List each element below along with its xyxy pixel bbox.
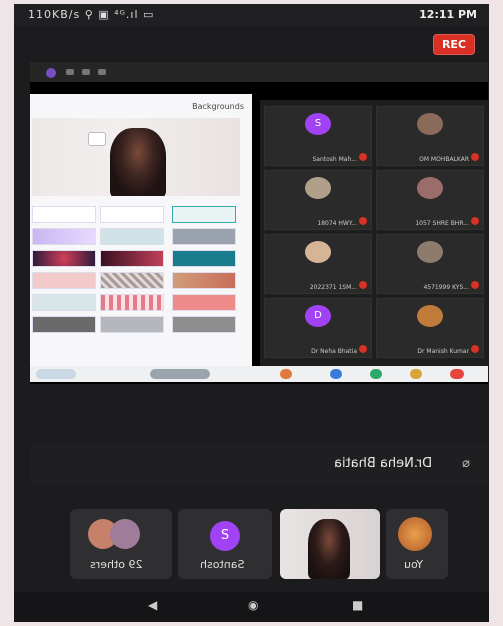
recording-badge: REC: [432, 34, 475, 55]
participant-name: Dr Manish Kumar: [417, 348, 469, 355]
preview-person: [110, 128, 166, 196]
background-tile[interactable]: [100, 294, 164, 311]
others-thumbnail[interactable]: 29 others: [70, 509, 172, 579]
taskbar-app-icon: [450, 369, 464, 379]
background-tile[interactable]: [32, 272, 96, 289]
app-logo-icon: [46, 68, 56, 78]
avatar: [417, 113, 443, 135]
mic-off-icon: [359, 217, 367, 225]
phone-screen: 110KB/s ⚲ ▣ ⁴ᴳ.ıl ▭ 12:11 PM REC Backgro…: [14, 4, 489, 622]
background-tile[interactable]: [100, 316, 164, 333]
background-tile[interactable]: [100, 272, 164, 289]
toolbar-icon: [98, 69, 106, 75]
speaker-name: Dr.Neha Bhatia: [333, 456, 432, 471]
background-tile[interactable]: [32, 206, 96, 223]
background-tile[interactable]: [32, 294, 96, 311]
avatar: [417, 305, 443, 327]
shared-toolbar: [30, 62, 488, 82]
avatar: S: [305, 113, 331, 135]
taskbar-app-icon: [280, 369, 292, 379]
background-tile[interactable]: [100, 250, 164, 267]
avatar: D: [305, 305, 331, 327]
avatar: [398, 517, 432, 551]
participant-tile[interactable]: 2022371 1SM...: [264, 234, 372, 294]
participant-name: 4571999 KYS...: [423, 284, 469, 291]
avatar: [417, 177, 443, 199]
mic-off-icon: [359, 153, 367, 161]
participant-name: 1057 SHRE BHR...: [415, 220, 469, 227]
home-icon[interactable]: ◉: [248, 598, 258, 612]
participant-thumbnails: 29 others S Santosh You: [14, 509, 489, 581]
background-tile[interactable]: [32, 316, 96, 333]
participant-name: OM MOHBALKAR: [419, 156, 469, 163]
panel-title: Backgrounds: [192, 102, 244, 111]
recents-icon[interactable]: ■: [352, 598, 363, 612]
participant-tile[interactable]: Dr Manish Kumar: [376, 298, 484, 358]
taskbar-app-icon: [410, 369, 422, 379]
avatar: [110, 519, 140, 549]
participant-tile[interactable]: 4571999 KYS...: [376, 234, 484, 294]
android-nav-bar: ◀ ◉ ■: [14, 592, 489, 622]
you-thumbnail[interactable]: You: [386, 509, 448, 579]
avatar: [305, 177, 331, 199]
participant-grid: S Santosh Mah... OM MOHBALKAR 18074 HWY.…: [260, 100, 488, 366]
background-tile[interactable]: [172, 272, 236, 289]
participant-name: 2022371 1SM...: [309, 284, 357, 291]
santosh-label: Santosh: [200, 558, 245, 571]
mic-off-icon: [471, 281, 479, 289]
background-tile[interactable]: [172, 294, 236, 311]
backgrounds-panel: Backgrounds: [30, 94, 252, 366]
mic-off-icon: [471, 345, 479, 353]
participant-name: 18074 HWY...: [317, 220, 357, 227]
taskbar-app-icon: [370, 369, 382, 379]
background-tile[interactable]: [100, 228, 164, 245]
participant-tile[interactable]: 1057 SHRE BHR...: [376, 170, 484, 230]
you-label: You: [404, 558, 423, 571]
mic-off-icon: [359, 281, 367, 289]
status-indicators: 110KB/s ⚲ ▣ ⁴ᴳ.ıl ▭: [28, 8, 155, 21]
camera-thumbnail[interactable]: [280, 509, 380, 579]
taskbar: [30, 366, 488, 382]
toolbar-icon: [82, 69, 90, 75]
background-tile[interactable]: [32, 250, 96, 267]
background-tile[interactable]: [172, 228, 236, 245]
shared-screen[interactable]: Backgrounds S Santosh Mah... OM MOHBALKA…: [30, 62, 488, 384]
participant-tile[interactable]: D Dr Neha Bhatia: [264, 298, 372, 358]
back-icon[interactable]: ◀: [148, 598, 157, 612]
avatar: [417, 241, 443, 263]
background-tile[interactable]: [32, 228, 96, 245]
mic-off-icon: [471, 153, 479, 161]
taskbar-widget: [36, 369, 76, 379]
participant-name: Dr Neha Bhatia: [311, 348, 357, 355]
avatar: S: [210, 521, 240, 551]
background-tile[interactable]: [172, 316, 236, 333]
participant-tile[interactable]: OM MOHBALKAR: [376, 106, 484, 166]
participant-name: Santosh Mah...: [312, 156, 357, 163]
camera-preview: [32, 118, 240, 196]
mic-off-icon: [471, 217, 479, 225]
preview-control-icon: [88, 132, 106, 146]
background-tile[interactable]: [100, 206, 164, 223]
participant-tile[interactable]: S Santosh Mah...: [264, 106, 372, 166]
taskbar-app-icon: [330, 369, 342, 379]
participant-tile[interactable]: 18074 HWY...: [264, 170, 372, 230]
background-tile[interactable]: [172, 250, 236, 267]
toolbar-icon: [66, 69, 74, 75]
others-label: 29 others: [90, 558, 143, 571]
mic-off-icon: [359, 345, 367, 353]
mic-off-icon: ⌀: [462, 456, 470, 471]
taskbar-icons: [150, 369, 210, 379]
active-speaker-bar: Dr.Neha Bhatia ⌀: [30, 444, 488, 484]
status-bar: 110KB/s ⚲ ▣ ⁴ᴳ.ıl ▭ 12:11 PM: [14, 4, 489, 26]
camera-person: [308, 519, 350, 579]
santosh-thumbnail[interactable]: S Santosh: [178, 509, 272, 579]
status-time: 12:11 PM: [419, 8, 477, 21]
avatar: [305, 241, 331, 263]
background-tile[interactable]: [172, 206, 236, 223]
